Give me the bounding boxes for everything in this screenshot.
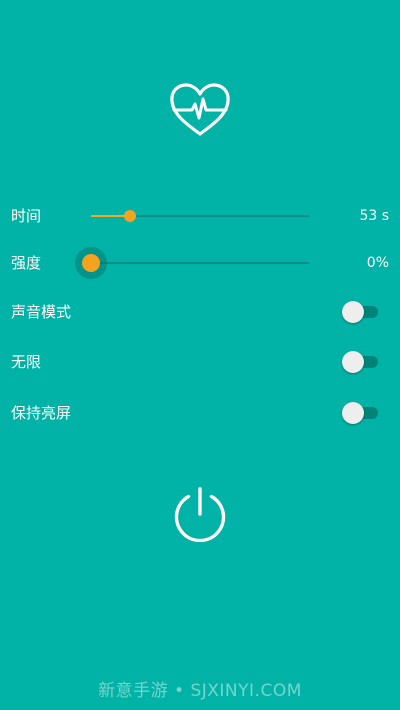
sound-mode-switch[interactable] [342, 301, 378, 323]
intensity-slider-track[interactable] [91, 262, 309, 264]
sound-mode-switch-knob[interactable] [342, 301, 364, 323]
intensity-slider-thumb[interactable] [82, 254, 100, 272]
intensity-value: 0% [366, 255, 389, 271]
heart-pulse-icon [170, 83, 230, 136]
sound-mode-label: 声音模式 [11, 303, 72, 321]
time-slider-thumb[interactable] [124, 210, 137, 222]
intensity-slider[interactable] [75, 243, 309, 283]
time-slider[interactable] [91, 196, 309, 236]
time-row: 时间 53 s [0, 196, 400, 236]
time-value: 53 s [359, 208, 389, 224]
keep-screen-on-switch-knob[interactable] [342, 402, 364, 424]
unlimited-label: 无限 [11, 353, 42, 371]
keep-screen-on-row: 保持亮屏 [0, 393, 400, 433]
intensity-label: 强度 [11, 254, 42, 272]
unlimited-switch[interactable] [342, 351, 378, 373]
time-label: 时间 [11, 207, 42, 225]
unlimited-switch-knob[interactable] [342, 351, 364, 373]
keep-screen-on-switch[interactable] [342, 402, 378, 424]
sound-mode-row: 声音模式 [0, 292, 400, 332]
power-button[interactable] [172, 486, 228, 543]
unlimited-row: 无限 [0, 342, 400, 382]
intensity-row: 强度 0% [0, 243, 400, 283]
watermark: 新意手游 • SJXINYI.COM [98, 681, 302, 701]
keep-screen-on-label: 保持亮屏 [11, 404, 72, 422]
power-icon [174, 487, 226, 543]
